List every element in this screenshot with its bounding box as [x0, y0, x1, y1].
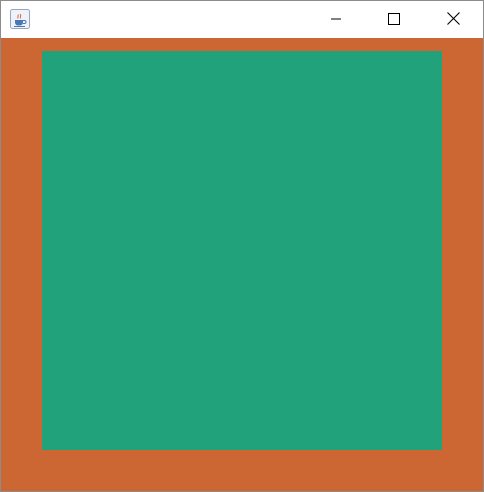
minimize-icon: [330, 10, 342, 29]
minimize-button[interactable]: [313, 1, 359, 38]
app-window: [0, 0, 484, 492]
maximize-button[interactable]: [371, 1, 417, 38]
close-button[interactable]: [430, 1, 476, 38]
maximize-icon: [388, 10, 400, 29]
close-icon: [446, 10, 460, 29]
canvas-panel: [1, 38, 483, 491]
green-square: [42, 51, 442, 450]
title-bar[interactable]: [1, 1, 483, 38]
java-coffee-cup-icon[interactable]: [10, 9, 30, 29]
